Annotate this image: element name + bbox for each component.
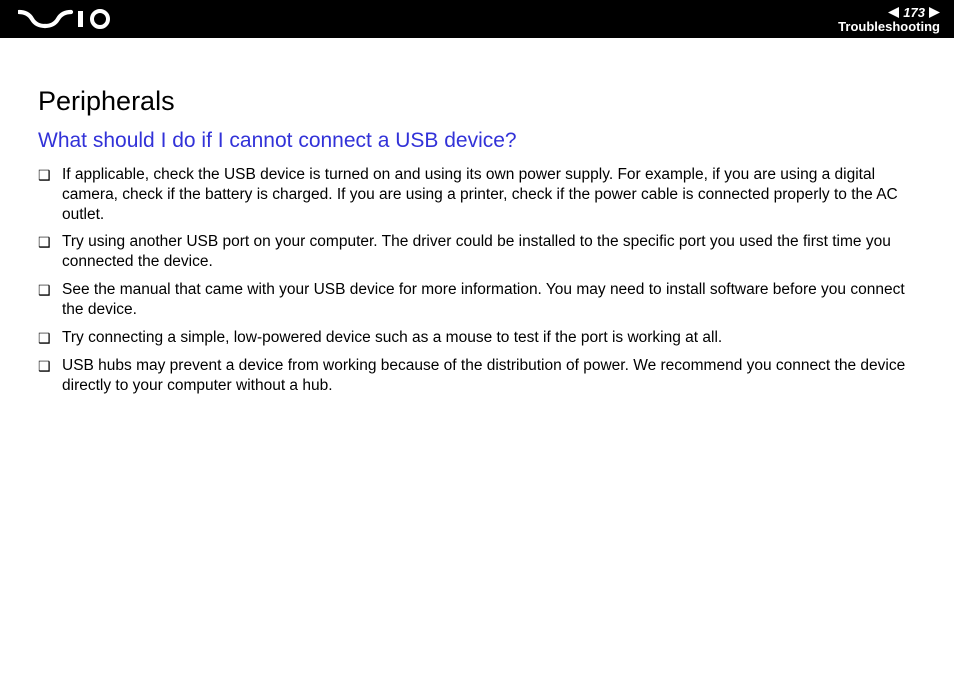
prev-page-arrow-icon[interactable]: [888, 7, 899, 18]
list-item: ❑ Try using another USB port on your com…: [38, 232, 916, 272]
list-item-text: Try connecting a simple, low-powered dev…: [62, 328, 916, 348]
list-item: ❑ USB hubs may prevent a device from wor…: [38, 356, 916, 396]
page-nav: 173: [888, 6, 940, 19]
content-area: Peripherals What should I do if I cannot…: [0, 38, 954, 396]
header-bar: 173 Troubleshooting: [0, 0, 954, 38]
list-item-text: If applicable, check the USB device is t…: [62, 165, 916, 224]
vaio-logo: [18, 9, 114, 29]
page-number: 173: [903, 6, 925, 19]
bullet-icon: ❑: [38, 328, 62, 349]
list-item-text: See the manual that came with your USB d…: [62, 280, 916, 320]
bullet-list: ❑ If applicable, check the USB device is…: [38, 165, 916, 396]
section-label: Troubleshooting: [838, 20, 940, 33]
next-page-arrow-icon[interactable]: [929, 7, 940, 18]
bullet-icon: ❑: [38, 232, 62, 253]
question-heading: What should I do if I cannot connect a U…: [38, 129, 916, 153]
list-item: ❑ If applicable, check the USB device is…: [38, 165, 916, 224]
bullet-icon: ❑: [38, 280, 62, 301]
list-item-text: USB hubs may prevent a device from worki…: [62, 356, 916, 396]
page-title: Peripherals: [38, 86, 916, 117]
bullet-icon: ❑: [38, 165, 62, 186]
list-item: ❑ Try connecting a simple, low-powered d…: [38, 328, 916, 349]
bullet-icon: ❑: [38, 356, 62, 377]
list-item-text: Try using another USB port on your compu…: [62, 232, 916, 272]
header-right: 173 Troubleshooting: [838, 6, 940, 33]
list-item: ❑ See the manual that came with your USB…: [38, 280, 916, 320]
